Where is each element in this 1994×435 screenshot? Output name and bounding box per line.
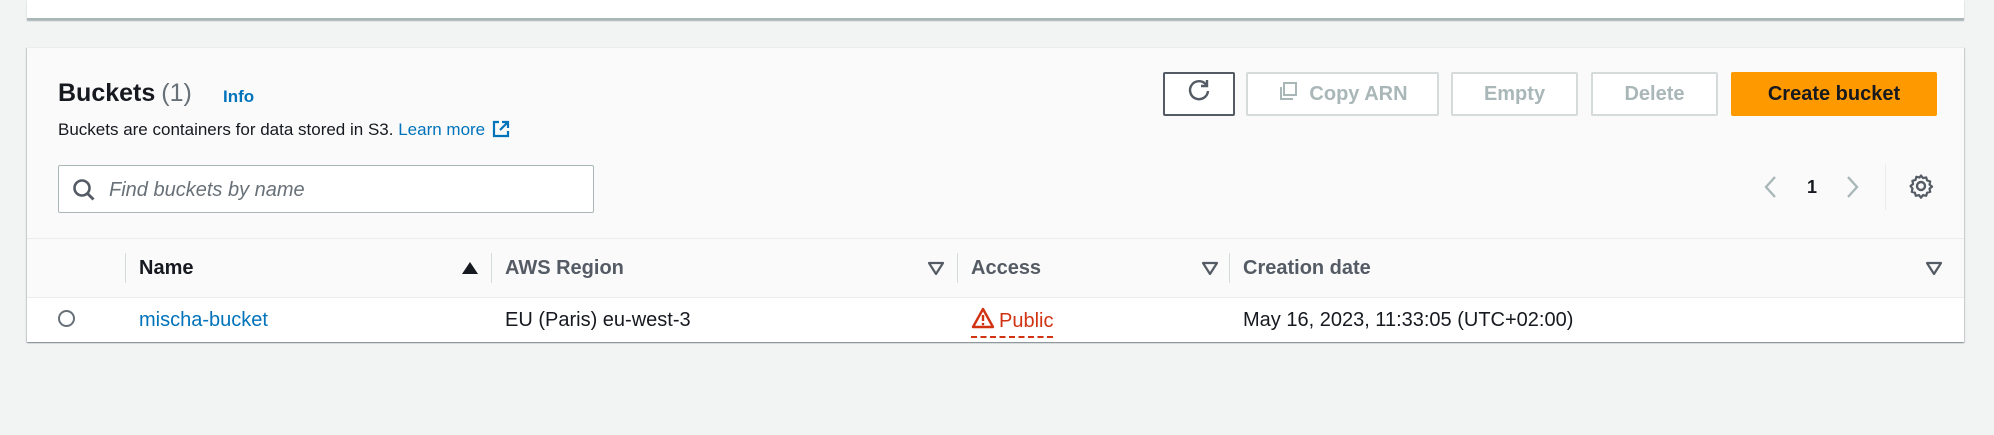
sort-icon[interactable] — [1925, 259, 1943, 282]
column-divider — [125, 253, 126, 283]
copy-arn-button[interactable]: Copy ARN — [1246, 72, 1439, 116]
column-label-creation-date: Creation date — [1243, 256, 1371, 279]
panel-title-text: Buckets — [58, 79, 156, 107]
row-select-radio[interactable] — [58, 310, 75, 327]
column-label-name: Name — [139, 256, 194, 279]
table-row[interactable]: mischa-bucket EU (Paris) eu-west-3 Publi… — [27, 298, 1964, 342]
copy-arn-label: Copy ARN — [1309, 82, 1408, 105]
column-header-name[interactable]: Name — [125, 239, 479, 297]
column-header-region[interactable]: AWS Region — [491, 239, 945, 297]
panel-header: Buckets (1) Info Buckets are containers f… — [27, 48, 1964, 239]
buckets-panel: Buckets (1) Info Buckets are containers f… — [27, 47, 1964, 342]
previous-panel — [27, 0, 1964, 20]
info-link[interactable]: Info — [223, 87, 254, 107]
column-header-creation-date[interactable]: Creation date — [1229, 239, 1943, 297]
search-field[interactable] — [58, 165, 594, 213]
column-label-access: Access — [971, 256, 1042, 279]
create-bucket-button[interactable]: Create bucket — [1731, 72, 1937, 116]
bucket-region: EU (Paris) eu-west-3 — [505, 309, 691, 331]
settings-icon[interactable] — [1907, 172, 1935, 205]
chevron-right-icon[interactable] — [1845, 174, 1861, 205]
current-page-number[interactable]: 1 — [1807, 177, 1817, 198]
warning-icon — [971, 307, 995, 335]
bucket-name-link[interactable]: mischa-bucket — [139, 309, 268, 332]
column-divider — [491, 253, 492, 283]
refresh-button[interactable] — [1163, 72, 1235, 116]
refresh-icon — [1186, 78, 1212, 110]
panel-title: Buckets (1) — [58, 79, 192, 108]
pager-divider — [1885, 164, 1886, 210]
access-status-text: Public — [999, 309, 1054, 332]
search-icon — [71, 177, 97, 208]
access-status[interactable]: Public — [971, 307, 1054, 338]
panel-description: Buckets are containers for data stored i… — [58, 119, 511, 144]
search-input[interactable] — [107, 174, 581, 206]
empty-button[interactable]: Empty — [1451, 72, 1578, 116]
learn-more-link[interactable]: Learn more — [398, 120, 485, 139]
column-divider — [1229, 253, 1230, 283]
external-link-icon[interactable] — [491, 119, 511, 144]
sort-icon[interactable] — [1201, 259, 1219, 282]
column-header-access[interactable]: Access — [957, 239, 1219, 297]
copy-icon — [1277, 80, 1299, 108]
description-text: Buckets are containers for data stored i… — [58, 120, 394, 139]
delete-button[interactable]: Delete — [1591, 72, 1718, 116]
bucket-count: (1) — [161, 79, 192, 107]
column-divider — [957, 253, 958, 283]
sort-ascending-icon[interactable] — [461, 259, 479, 282]
table-header: Name AWS Region Access Creation date — [27, 239, 1964, 298]
creation-date: May 16, 2023, 11:33:05 (UTC+02:00) — [1243, 309, 1574, 331]
chevron-left-icon[interactable] — [1762, 174, 1778, 205]
sort-icon[interactable] — [927, 259, 945, 282]
column-label-region: AWS Region — [505, 256, 624, 279]
